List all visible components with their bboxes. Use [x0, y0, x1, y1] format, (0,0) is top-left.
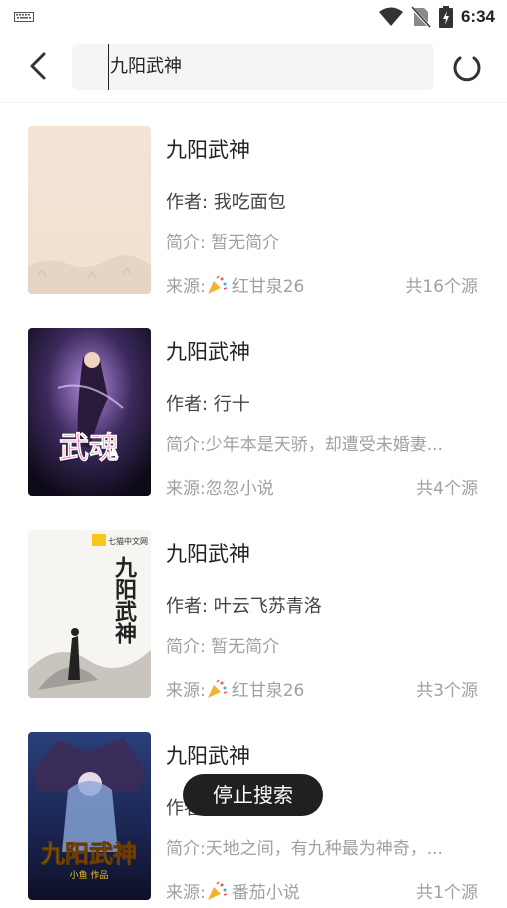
- search-box[interactable]: 九阳武神: [72, 44, 434, 90]
- source-prefix: 来源:: [166, 681, 206, 701]
- book-title: 九阳武神: [166, 744, 250, 768]
- wifi-icon: [378, 7, 403, 26]
- source-count: 共1个源: [416, 883, 478, 903]
- search-toolbar: 九阳武神: [0, 36, 507, 100]
- cover-title: 武魂: [59, 431, 119, 466]
- book-cover[interactable]: 九阳武神 小鱼 作品: [28, 732, 151, 900]
- party-popper-icon: [207, 274, 227, 294]
- party-popper-icon: [207, 880, 227, 900]
- book-cover[interactable]: 武魂: [28, 328, 151, 496]
- source-name: 红甘泉26: [231, 277, 305, 297]
- no-sim-icon: [410, 6, 431, 28]
- refresh-icon[interactable]: [450, 52, 484, 86]
- book-source: 来源: 番茄小说: [166, 878, 300, 903]
- source-count: 共16个源: [405, 277, 478, 297]
- source-prefix: 来源:: [166, 277, 206, 297]
- source-name: 红甘泉26: [231, 681, 305, 701]
- book-source: 来源:忽忽小说: [166, 474, 274, 499]
- book-cover[interactable]: [28, 126, 151, 294]
- toolbar-divider: [0, 102, 507, 103]
- book-intro: 简介:天地之间，有九种最为神奇，...: [166, 839, 443, 859]
- source-prefix: 来源:忽忽小说: [166, 479, 274, 499]
- party-popper-icon: [207, 678, 227, 698]
- book-source: 来源: 红甘泉26: [166, 676, 304, 701]
- result-item[interactable]: 七猫中文网 九阳武神 九阳武神 作者: 叶云飞苏青洛 简介: 暂无简介 来源: …: [0, 516, 507, 706]
- source-name: 番茄小说: [231, 883, 300, 903]
- status-time: 6:34: [460, 7, 495, 26]
- book-author: 作者: 叶云飞苏青洛: [166, 596, 322, 617]
- source-count: 共4个源: [416, 479, 478, 499]
- book-source: 来源: 红甘泉26: [166, 272, 304, 297]
- book-title: 九阳武神: [166, 340, 250, 364]
- cover-title: 九阳武神: [111, 556, 138, 644]
- book-cover[interactable]: 七猫中文网 九阳武神: [28, 530, 151, 698]
- book-title: 九阳武神: [166, 138, 250, 162]
- source-prefix: 来源:: [166, 883, 206, 903]
- cover-title: 九阳武神: [40, 839, 137, 868]
- cover-brand: 七猫中文网: [108, 536, 148, 546]
- source-count: 共3个源: [416, 681, 478, 701]
- book-title: 九阳武神: [166, 542, 250, 566]
- search-input[interactable]: 九阳武神: [108, 44, 182, 90]
- book-intro: 简介:少年本是天骄，却遭受未婚妻...: [166, 435, 443, 455]
- battery-charging-icon: [438, 6, 453, 28]
- cover-author: 小鱼 作品: [70, 869, 109, 881]
- book-author: 作者: 我吃面包: [166, 192, 286, 213]
- back-arrow-icon[interactable]: [22, 48, 58, 84]
- stop-search-button[interactable]: 停止搜索: [183, 774, 323, 816]
- book-intro: 简介: 暂无简介: [166, 233, 280, 253]
- book-author: 作者: 行十: [166, 394, 250, 415]
- keyboard-icon: [14, 12, 34, 22]
- status-bar: 6:34: [0, 0, 507, 34]
- book-intro: 简介: 暂无简介: [166, 637, 280, 657]
- result-item[interactable]: 九阳武神 作者: 我吃面包 简介: 暂无简介 来源: 红甘泉26 共16个源: [0, 112, 507, 302]
- result-item[interactable]: 武魂 九阳武神 作者: 行十 简介:少年本是天骄，却遭受未婚妻... 来源:忽忽…: [0, 314, 507, 504]
